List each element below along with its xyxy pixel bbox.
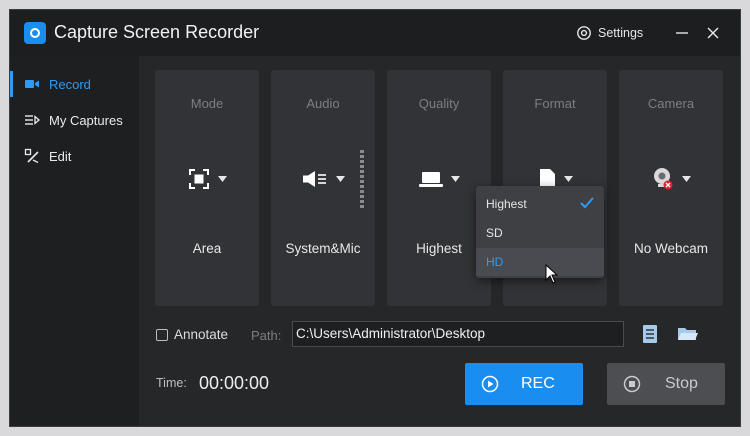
card-value: Area [192,241,222,256]
mode-selector[interactable] [155,162,259,196]
rec-button[interactable]: REC [465,363,583,405]
document-list-icon [643,325,657,343]
camera-card: Camera No Webcam [619,70,723,306]
camera-selector[interactable] [619,162,723,196]
option-label: Highest [486,197,527,211]
stop-icon [623,375,641,393]
mouse-pointer-icon [545,264,559,284]
time-value: 00:00:00 [199,373,270,393]
sidebar-item-edit[interactable]: Edit [10,138,139,174]
rec-label: REC [521,375,555,392]
path-label: Path: [251,328,282,343]
close-button[interactable] [701,21,725,45]
sidebar-item-my-captures[interactable]: My Captures [10,102,139,138]
speaker-icon [302,171,326,187]
volume-level-meter [360,150,364,208]
card-title: Quality [418,96,460,111]
sidebar-item-record[interactable]: Record [10,66,139,102]
record-icon [481,375,499,393]
video-camera-icon [25,80,39,88]
quality-option-highest[interactable]: Highest [476,190,604,218]
minimize-button[interactable] [670,21,694,45]
title-bar: Capture Screen Recorder Settings [10,10,740,56]
card-value: System&Mic [285,241,361,256]
minimize-icon [676,32,688,34]
card-title: Format [534,96,576,111]
chevron-down-icon [681,176,691,182]
settings-label: Settings [598,26,644,40]
close-icon [707,27,719,39]
card-value: No Webcam [633,241,709,256]
area-select-icon [188,169,209,189]
card-title: Camera [647,96,695,111]
sidebar-item-label: My Captures [49,112,123,128]
checkbox-box [156,328,168,341]
laptop-icon [418,172,443,187]
app-window: Capture Screen Recorder Settings Record … [9,9,741,427]
webcam-off-icon [653,168,672,190]
save-path-field[interactable]: C:\Users\Administrator\Desktop [292,321,624,347]
sidebar-item-label: Record [49,76,91,92]
chevron-down-icon [450,176,460,182]
mode-card: Mode Area [155,70,259,306]
list-play-icon [25,115,40,125]
chevron-down-icon [217,176,227,182]
annotate-label: Annotate [174,327,229,342]
open-folder-button[interactable] [676,322,700,346]
quality-dropdown-menu: Highest SD HD [476,186,604,278]
time-label: Time: [156,376,187,390]
file-list-button[interactable] [638,322,662,346]
app-title: Capture Screen Recorder [54,22,260,42]
card-title: Audio [306,96,340,111]
sidebar: Record My Captures Edit [10,56,139,426]
stop-button[interactable]: Stop [607,363,725,405]
gear-icon [577,26,591,40]
annotate-checkbox[interactable]: Annotate [156,327,228,342]
quality-option-hd[interactable]: HD [476,248,604,276]
chevron-down-icon [335,176,345,182]
settings-button[interactable]: Settings [576,23,643,43]
option-label: HD [486,255,504,269]
camera-record-logo-icon [24,22,46,44]
audio-card: Audio System&Mic [271,70,375,306]
edit-tools-icon [24,148,39,164]
option-label: SD [486,226,503,240]
stop-label: Stop [665,375,698,392]
sidebar-item-label: Edit [49,148,72,164]
chevron-down-icon [563,176,573,182]
card-title: Mode [190,96,224,111]
quality-option-sd[interactable]: SD [476,219,604,247]
folder-icon [678,328,698,340]
checkmark-icon [580,197,594,209]
